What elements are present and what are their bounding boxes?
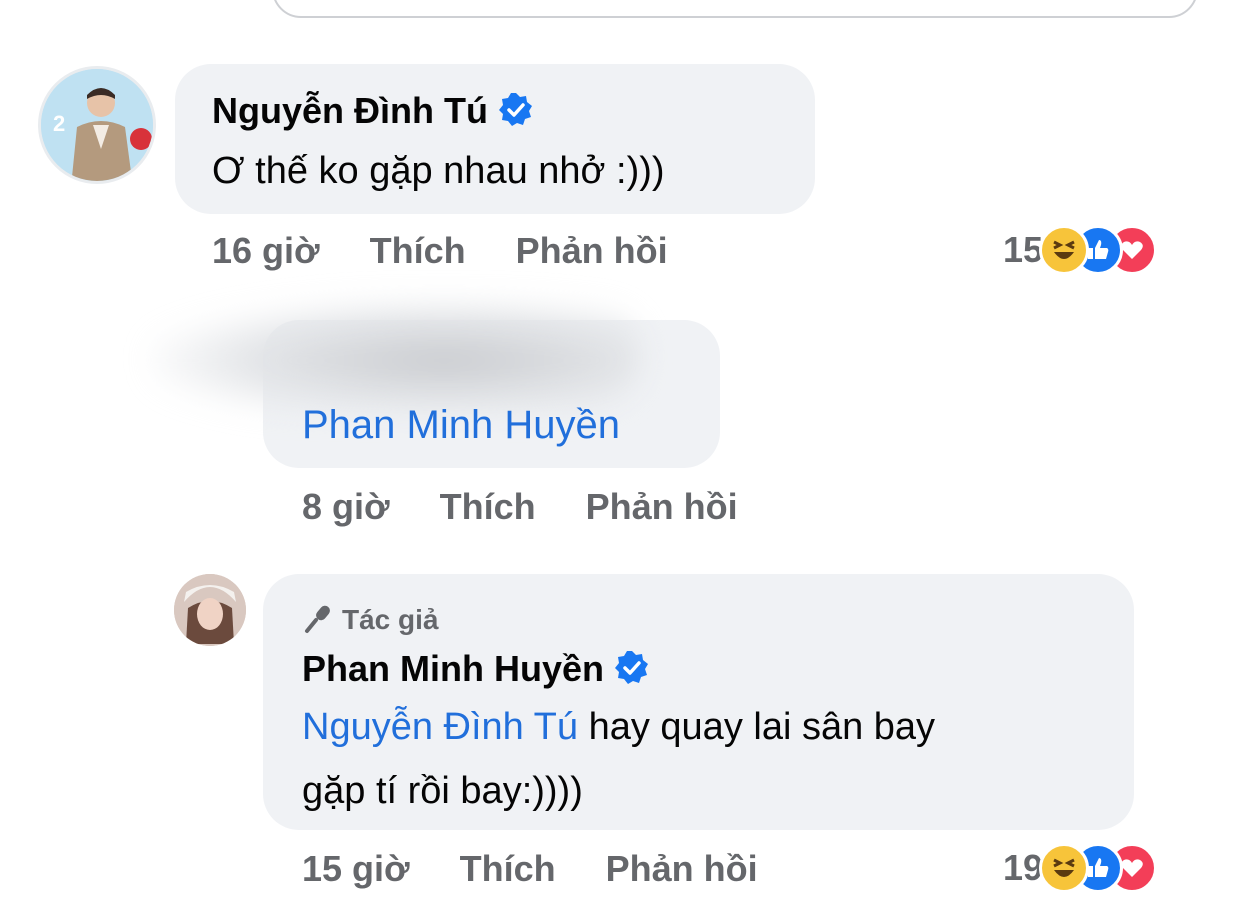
- haha-reaction-icon: [1039, 843, 1090, 893]
- comment-time-2[interactable]: 8 giờ: [302, 486, 390, 527]
- comment-actions-3: 15 giờ Thích Phản hồi: [302, 848, 808, 890]
- comment-time-1[interactable]: 16 giờ: [212, 230, 320, 271]
- reply-button-2[interactable]: Phản hồi: [586, 486, 738, 527]
- reply-button-1[interactable]: Phản hồi: [516, 230, 668, 271]
- comment-actions-2: 8 giờ Thích Phản hồi: [302, 486, 788, 528]
- like-button-3[interactable]: Thích: [460, 848, 556, 889]
- reaction-count-3: 19: [1003, 847, 1044, 888]
- comment-author-3[interactable]: Phan Minh Huyền: [302, 648, 650, 690]
- like-button-1[interactable]: Thích: [370, 230, 466, 271]
- svg-text:2: 2: [53, 111, 65, 136]
- avatar-commenter-3[interactable]: [174, 574, 246, 646]
- comment-input-box[interactable]: [272, 0, 1198, 18]
- verified-badge-icon: [615, 651, 649, 684]
- blurred-author-region: [150, 300, 640, 410]
- reaction-count-1: 15: [1003, 229, 1044, 270]
- avatar-commenter-1[interactable]: 2: [38, 66, 156, 184]
- comment-text-3-line1: Nguyễn Đình Tú hay quay lai sân bay: [302, 706, 936, 748]
- reactions-1[interactable]: 15: [1003, 225, 1158, 275]
- comment-text-1: Ơ thế ko gặp nhau nhở :))): [212, 150, 665, 192]
- comment-author-1[interactable]: Nguyễn Đình Tú: [212, 90, 534, 132]
- reactions-3[interactable]: 19: [1003, 843, 1158, 893]
- mention-link-2[interactable]: Phan Minh Huyền: [302, 396, 620, 454]
- comment-time-3[interactable]: 15 giờ: [302, 848, 410, 889]
- haha-reaction-icon: [1039, 225, 1090, 275]
- comment-text-3-line2: gặp tí rồi bay:)))): [302, 770, 583, 812]
- reply-button-3[interactable]: Phản hồi: [606, 848, 758, 889]
- microphone-icon: [305, 605, 330, 633]
- verified-badge-icon: [498, 93, 532, 126]
- mention-link-3[interactable]: Nguyễn Đình Tú: [302, 706, 578, 748]
- author-badge: Tác giả: [302, 602, 438, 636]
- like-button-2[interactable]: Thích: [440, 486, 536, 527]
- comment-actions-1: 16 giờ Thích Phản hồi: [212, 230, 718, 272]
